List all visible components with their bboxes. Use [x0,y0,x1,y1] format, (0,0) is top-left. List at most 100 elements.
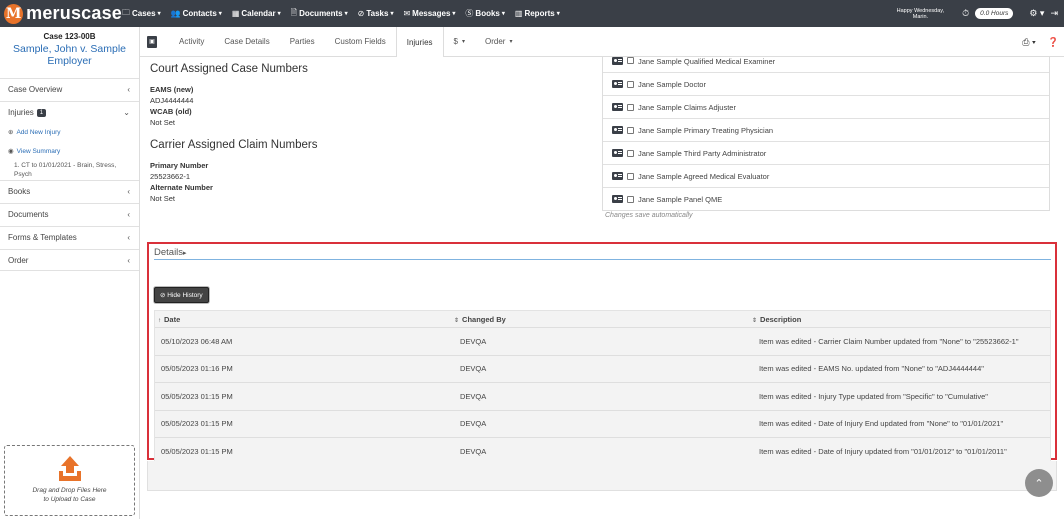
nav-reports[interactable]: ▥ Reports ▾ [515,9,560,18]
party-checkbox[interactable] [627,103,634,111]
chevron-left-icon: ‹ [127,85,130,94]
greeting: Happy Wednesday, Marin. [896,7,945,20]
party-checkbox[interactable] [627,149,634,157]
party-item[interactable]: Jane Sample Primary Treating Physician [603,118,1049,141]
sort-icon: ⇕ [454,317,460,324]
parties-list: Jane Sample Qualified Medical Examiner Ja… [602,57,1050,211]
history-rows: 05/10/2023 06:48 AM DEVQA Item was edited … [155,327,1050,465]
chevron-up-icon: ⌃ [1034,477,1044,490]
party-item[interactable]: Jane Sample Qualified Medical Examiner [603,57,1049,72]
sidebar-forms-templates[interactable]: Forms & Templates ‹ [0,226,139,248]
dropzone-line2: to Upload to Case [43,496,96,503]
alternate-number-value[interactable]: Not Set [150,193,590,204]
tab-custom-fields[interactable]: Custom Fields [325,27,396,57]
primary-number-label: Primary Number [150,161,209,170]
party-checkbox[interactable] [627,57,634,64]
scroll-to-top-button[interactable]: ⌃ [1025,469,1053,497]
case-file-icon[interactable]: ▣ [147,35,157,48]
sidebar-injuries[interactable]: Injuries 1 ⌄ [0,101,139,123]
caret-down-icon: ▾ [218,11,222,17]
help-icon[interactable]: ❓ [1048,37,1059,48]
tab-order[interactable]: Order ▾ [475,27,522,57]
contact-card-icon[interactable] [612,149,623,157]
sidebar-order[interactable]: Order ‹ [0,249,139,271]
party-item[interactable]: Jane Sample Agreed Medical Evaluator [603,164,1049,187]
row-description: Item was edited - EAMS No. updated from … [759,364,984,374]
party-item[interactable]: Jane Sample Third Party Administrator [603,141,1049,164]
nav-menu: 🗀 Cases ▾ 👥 Contacts ▾ ▦ Calendar ▾ 🗎 Documents ▾ ⊘ T… [122,7,570,21]
contact-card-icon[interactable] [612,195,623,203]
nav-books[interactable]: Ⓢ Books ▾ [465,8,504,19]
books-icon: Ⓢ [465,9,474,18]
timer-icon[interactable]: ⏱ [962,8,969,19]
party-checkbox[interactable] [627,172,634,180]
caret-down-icon: ▾ [452,11,456,17]
contact-card-icon[interactable] [612,103,623,111]
row-date: 05/05/2023 01:15 PM [161,419,233,429]
chevron-down-icon: ⌄ [123,108,130,117]
chevron-left-icon: ‹ [127,210,130,219]
tab-parties[interactable]: Parties [280,27,325,57]
logout-icon[interactable]: ⇥ [1050,8,1058,19]
column-changed-by[interactable]: ⇕ Changed By [454,315,506,324]
party-item[interactable]: Jane Sample Doctor [603,72,1049,95]
hide-history-button[interactable]: ⊘ Hide History [154,287,209,303]
contact-card-icon[interactable] [612,57,623,65]
nav-messages[interactable]: ✉ Messages ▾ [403,9,455,18]
details-divider [154,259,1051,260]
party-checkbox[interactable] [627,126,634,134]
tab-activity[interactable]: Activity [169,27,214,57]
sidebar-documents[interactable]: Documents ‹ [0,203,139,225]
print-icon[interactable]: ⎙ ▾ [1022,37,1035,48]
caret-down-icon: ▾ [277,11,281,17]
sidebar-case-overview[interactable]: Case Overview ‹ [0,78,139,100]
tab-injuries[interactable]: Injuries [395,26,444,58]
file-dropzone[interactable]: Drag and Drop Files Here to Upload to Ca… [4,445,135,516]
eams-value[interactable]: ADJ4444444 [150,95,590,106]
settings-gear-icon[interactable]: ⚙ ▾ [1029,8,1044,19]
column-date[interactable]: ↑ Date [158,315,180,324]
sort-asc-icon: ↑ [158,317,161,324]
case-tabs: ▣ Activity Case Details Parties Custom F… [140,26,1064,58]
row-changed-by: DEVQA [460,446,487,456]
party-item[interactable]: Jane Sample Panel QME [603,187,1049,210]
tab-billing[interactable]: $ ▾ [444,27,475,57]
document-icon: 🗎 [290,7,298,17]
sidebar-books[interactable]: Books ‹ [0,180,139,202]
details-history-panel: Details▸ ⊘ Hide History ↑ Date ⇕ Changed B… [147,242,1057,466]
party-item[interactable]: Jane Sample Claims Adjuster [603,95,1049,118]
carrier-numbers-title: Carrier Assigned Claim Numbers [150,139,318,151]
injury-item[interactable]: 1. CT to 01/01/2021 - Brain, Stress, Psy… [14,161,130,179]
contact-card-icon[interactable] [612,172,623,180]
contact-card-icon[interactable] [612,126,623,134]
hours-badge[interactable]: 0.0 Hours [975,8,1014,19]
case-name[interactable]: Sample, John v. Sample Employer [0,43,139,67]
contact-card-icon[interactable] [612,80,623,88]
tab-case-details[interactable]: Case Details [214,27,279,57]
logo-mark: M [4,3,24,24]
view-summary-link[interactable]: ◉ View Summary [8,147,60,156]
details-toggle[interactable]: Details▸ [154,247,187,258]
table-row: 05/05/2023 01:15 PM DEVQA Item was edited … [155,409,1050,438]
wcab-value[interactable]: Not Set [150,117,590,128]
party-checkbox[interactable] [627,80,634,88]
case-numbers-panel: Court Assigned Case Numbers EAMS (new) A… [150,57,590,204]
nav-calendar[interactable]: ▦ Calendar ▾ [232,9,281,18]
logo[interactable]: M meruscase [4,3,122,24]
nav-contacts[interactable]: 👥 Contacts ▾ [171,9,222,18]
dropzone-line1: Drag and Drop Files Here [32,487,107,494]
plus-circle-icon: ⊕ [8,129,14,136]
nav-right: Happy Wednesday, Marin. ⏱ 0.0 Hours ⚙ ▾ … [897,0,1058,27]
envelope-icon: ✉ [403,9,411,18]
row-date: 05/05/2023 01:15 PM [161,446,233,456]
history-table: ↑ Date ⇕ Changed By ⇕ Description 05/10/202… [154,310,1051,466]
column-description[interactable]: ⇕ Description [752,315,801,324]
nav-cases[interactable]: 🗀 Cases ▾ [122,7,161,21]
row-date: 05/05/2023 01:15 PM [161,391,233,401]
caret-down-icon: ▾ [344,11,348,17]
nav-tasks[interactable]: ⊘ Tasks ▾ [358,9,394,18]
nav-documents[interactable]: 🗎 Documents ▾ [291,7,348,21]
party-checkbox[interactable] [627,195,634,203]
primary-number-value[interactable]: 25523662-1 [150,171,590,182]
add-injury-link[interactable]: ⊕ Add New Injury [8,128,61,137]
